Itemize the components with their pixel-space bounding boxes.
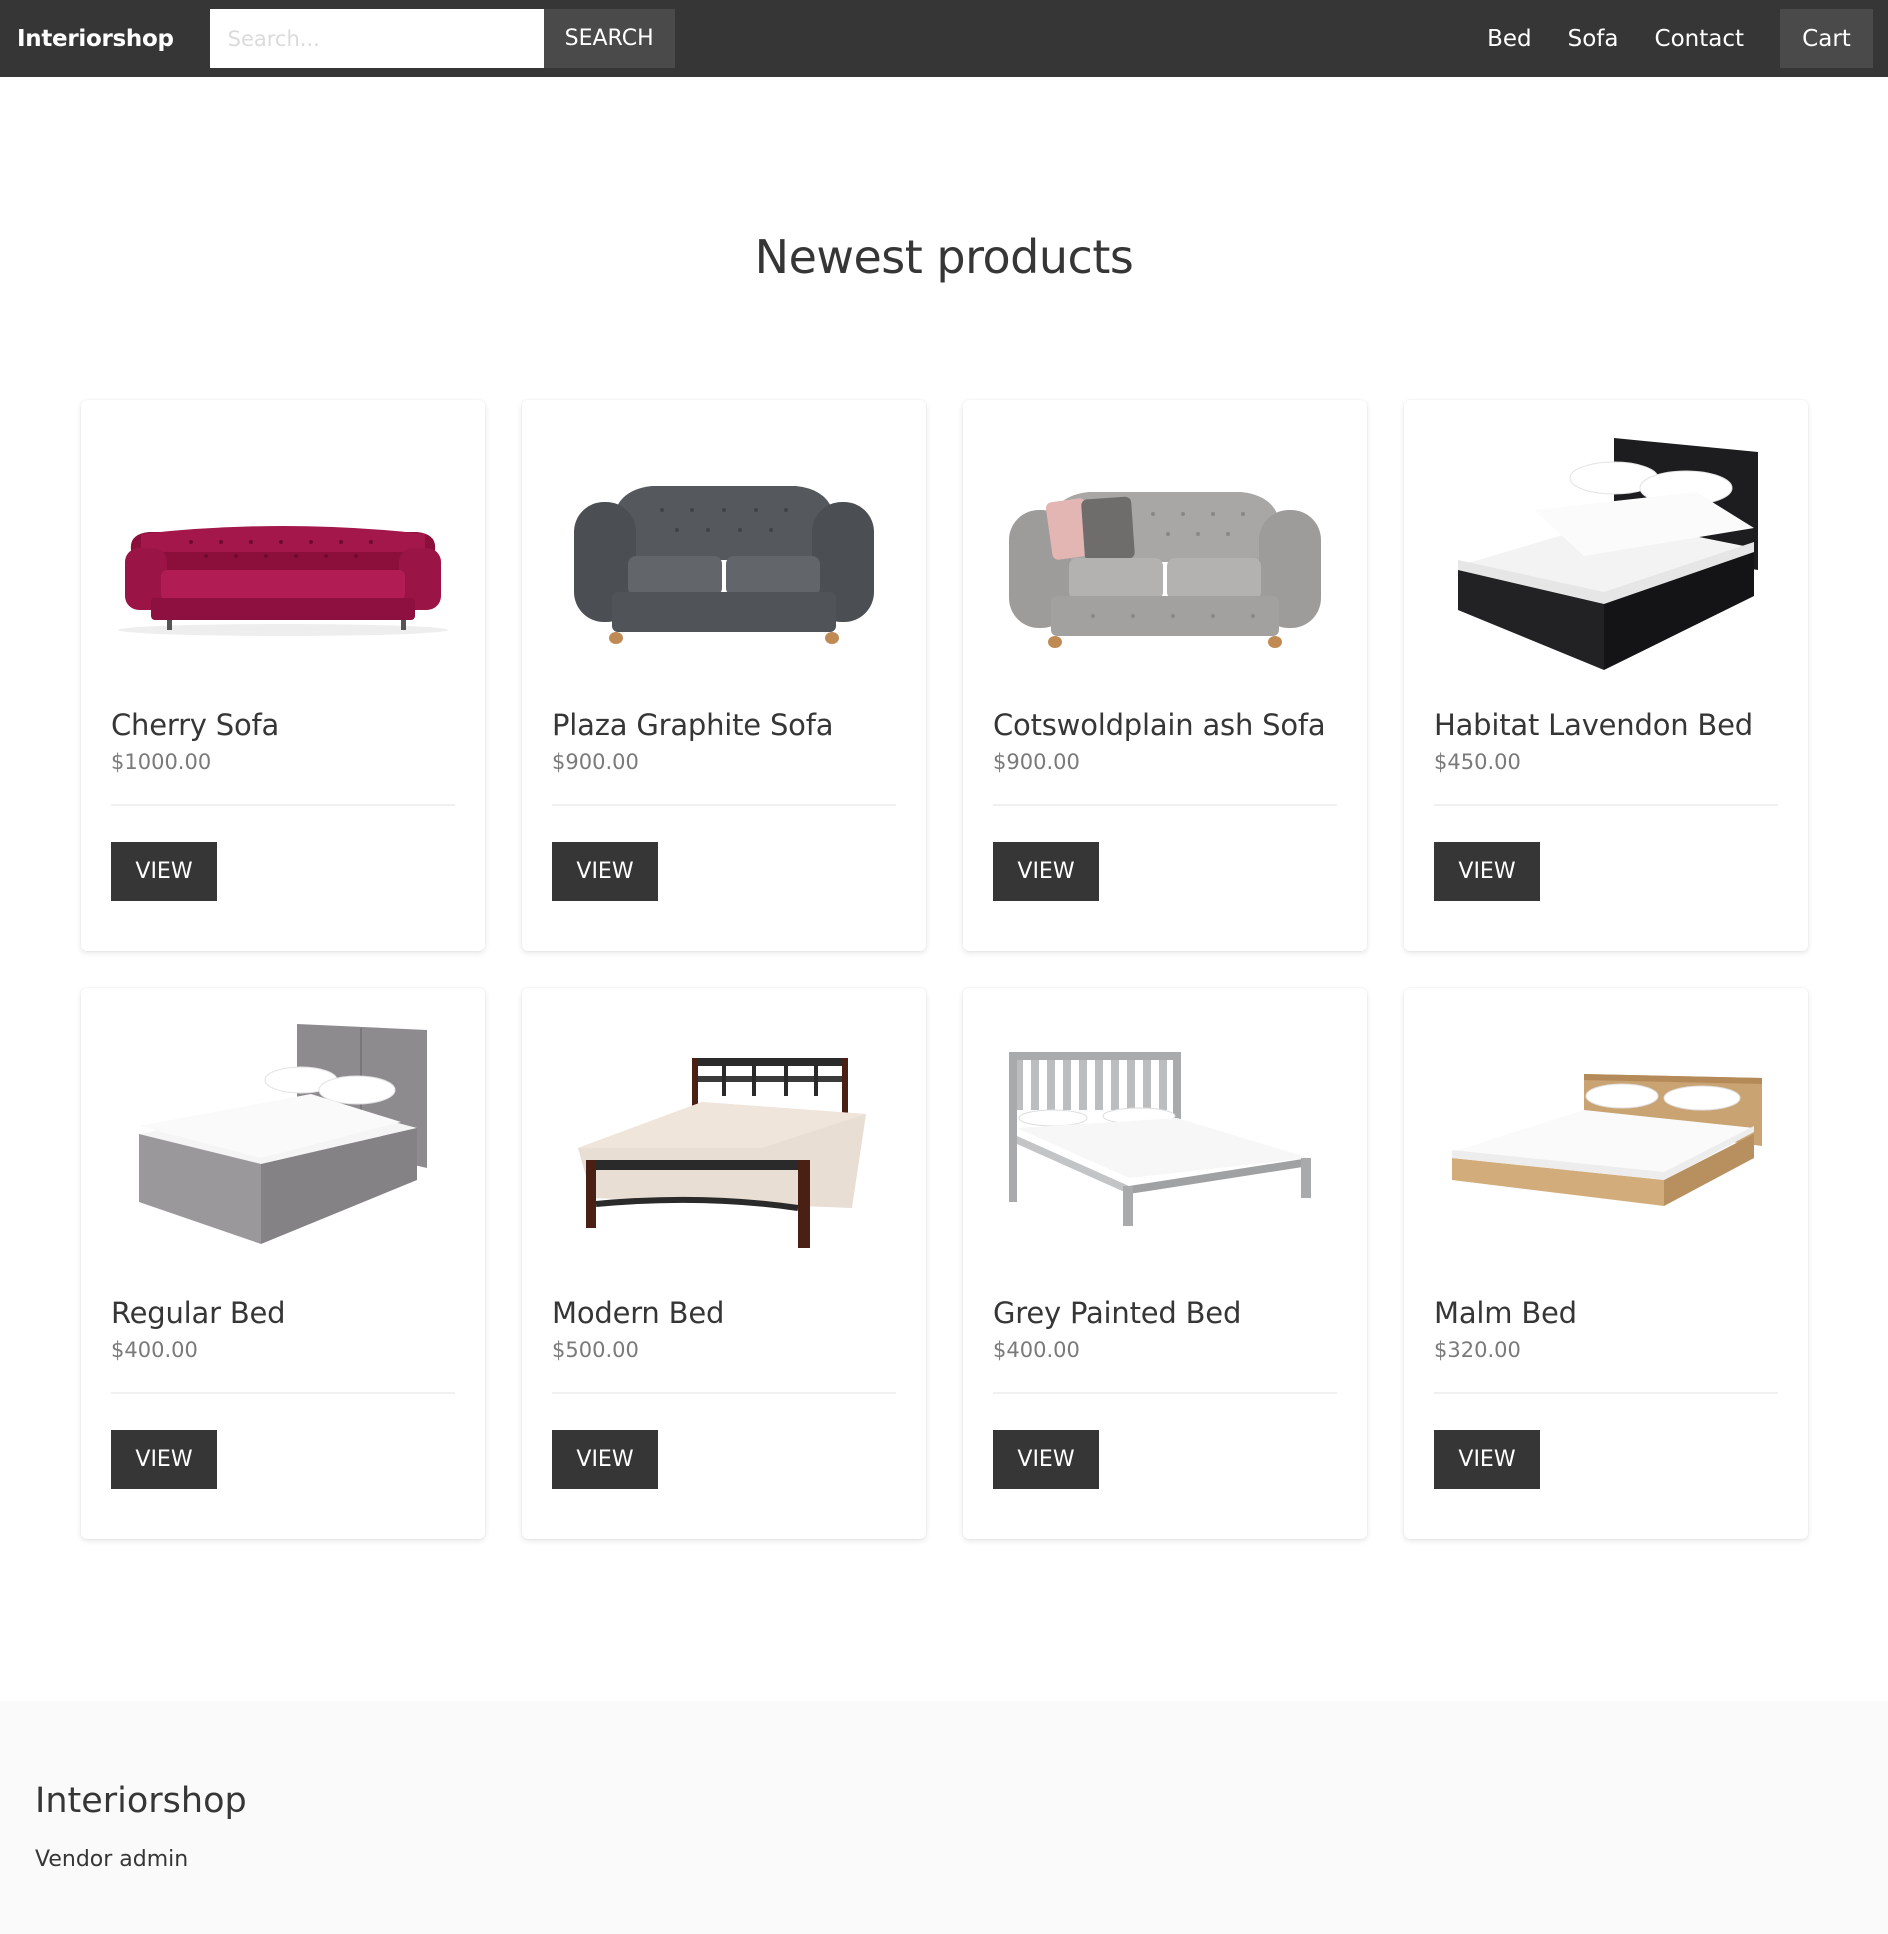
product-image[interactable] — [111, 430, 455, 686]
view-button[interactable]: VIEW — [993, 842, 1099, 901]
product-name[interactable]: Habitat Lavendon Bed — [1434, 708, 1778, 742]
product-price: $900.00 — [552, 750, 639, 774]
nav-links: Bed Sofa Contact Cart — [1469, 0, 1888, 77]
page-title: Newest products — [754, 230, 1134, 284]
bed-icon — [1452, 1074, 1762, 1206]
product-name[interactable]: Malm Bed — [1434, 1296, 1778, 1330]
product-name[interactable]: Modern Bed — [552, 1296, 896, 1330]
product-card: Regular Bed $400.00 VIEW — [81, 988, 485, 1539]
bed-icon — [578, 1058, 866, 1248]
view-button[interactable]: VIEW — [552, 842, 658, 901]
product-name[interactable]: Regular Bed — [111, 1296, 455, 1330]
nav-link-sofa[interactable]: Sofa — [1568, 26, 1619, 52]
product-name[interactable]: Cotswoldplain ash Sofa — [993, 708, 1337, 742]
product-price: $450.00 — [1434, 750, 1521, 774]
product-card: Habitat Lavendon Bed $450.00 VIEW — [1404, 400, 1808, 951]
card-divider — [552, 804, 896, 806]
view-button[interactable]: VIEW — [1434, 842, 1540, 901]
sofa-icon — [574, 486, 874, 644]
product-card: Grey Painted Bed $400.00 VIEW — [963, 988, 1367, 1539]
card-divider — [993, 804, 1337, 806]
view-button[interactable]: VIEW — [1434, 1430, 1540, 1489]
bed-icon — [1009, 1052, 1311, 1226]
nav-link-bed[interactable]: Bed — [1487, 26, 1532, 52]
view-button[interactable]: VIEW — [993, 1430, 1099, 1489]
sofa-icon — [1009, 492, 1321, 648]
sofa-icon — [118, 526, 448, 636]
product-card: Cherry Sofa $1000.00 VIEW — [81, 400, 485, 951]
view-button[interactable]: VIEW — [552, 1430, 658, 1489]
product-card: Modern Bed $500.00 VIEW — [522, 988, 926, 1539]
bed-icon — [1458, 438, 1758, 670]
product-price: $400.00 — [111, 1338, 198, 1362]
vendor-admin-link[interactable]: Vendor admin — [35, 1847, 1853, 1872]
product-name[interactable]: Cherry Sofa — [111, 708, 455, 742]
footer-title: Interiorshop — [35, 1781, 247, 1821]
navbar: Interiorshop SEARCH Bed Sofa Contact Car… — [0, 0, 1888, 77]
product-card: Plaza Graphite Sofa $900.00 VIEW — [522, 400, 926, 951]
product-card: Cotswoldplain ash Sofa $900.00 VIEW — [963, 400, 1367, 951]
product-price: $1000.00 — [111, 750, 212, 774]
product-name[interactable]: Grey Painted Bed — [993, 1296, 1337, 1330]
card-divider — [993, 1392, 1337, 1394]
product-name[interactable]: Plaza Graphite Sofa — [552, 708, 896, 742]
product-image[interactable] — [552, 430, 896, 686]
product-image[interactable] — [993, 430, 1337, 686]
product-grid: Cherry Sofa $1000.00 VIEW Plaza Graphite… — [81, 400, 1809, 1539]
card-divider — [1434, 804, 1778, 806]
search-button[interactable]: SEARCH — [543, 9, 675, 68]
card-divider — [552, 1392, 896, 1394]
card-divider — [1434, 1392, 1778, 1394]
cart-button[interactable]: Cart — [1780, 9, 1873, 68]
product-price: $400.00 — [993, 1338, 1080, 1362]
nav-link-contact[interactable]: Contact — [1655, 26, 1744, 52]
product-image[interactable] — [111, 1018, 455, 1274]
product-card: Malm Bed $320.00 VIEW — [1404, 988, 1808, 1539]
card-divider — [111, 804, 455, 806]
product-price: $900.00 — [993, 750, 1080, 774]
product-image[interactable] — [552, 1018, 896, 1274]
product-image[interactable] — [993, 1018, 1337, 1274]
product-price: $320.00 — [1434, 1338, 1521, 1362]
footer: Interiorshop Vendor admin — [0, 1701, 1888, 1934]
card-divider — [111, 1392, 455, 1394]
product-image[interactable] — [1434, 430, 1778, 686]
view-button[interactable]: VIEW — [111, 1430, 217, 1489]
product-price: $500.00 — [552, 1338, 639, 1362]
brand-logo[interactable]: Interiorshop — [17, 26, 174, 52]
bed-icon — [139, 1024, 427, 1244]
search-input[interactable] — [209, 9, 544, 68]
view-button[interactable]: VIEW — [111, 842, 217, 901]
product-image[interactable] — [1434, 1018, 1778, 1274]
